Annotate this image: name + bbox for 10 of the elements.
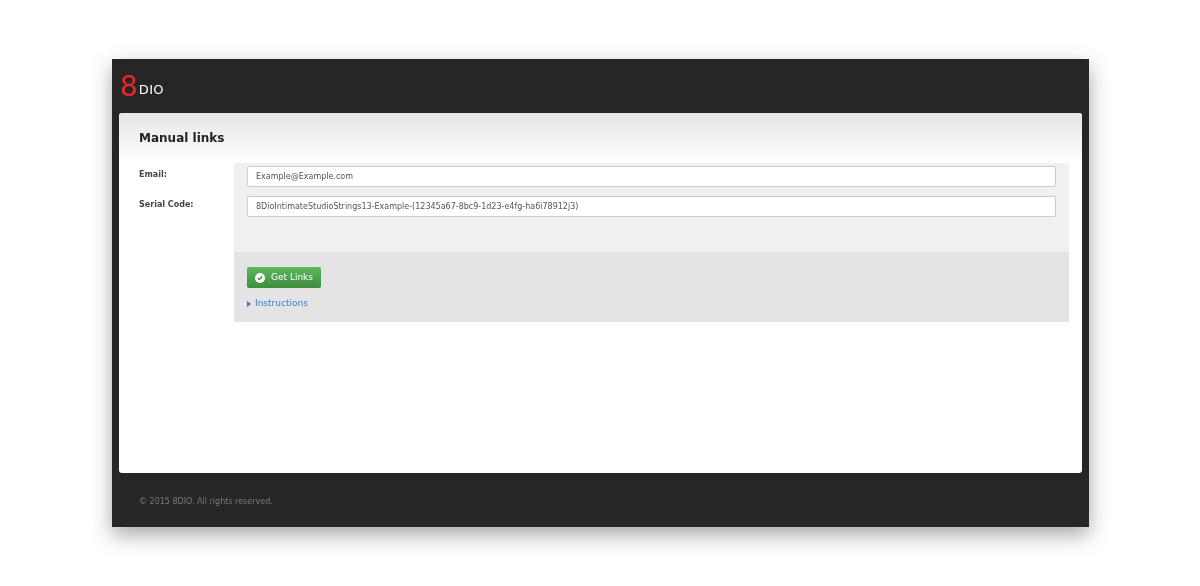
footer-copyright: © 2015 8DIO. All rights reserved. (139, 497, 273, 506)
field-label: Email: (139, 169, 168, 181)
logo-mark: 8 (120, 73, 138, 101)
check-circle-icon (255, 272, 265, 283)
field-label: Serial Code: (139, 199, 195, 211)
instructions-link[interactable]: Instructions (247, 297, 308, 311)
text-field[interactable]: Example@Example.com (247, 166, 1056, 187)
text-field[interactable]: 8DioIntimateStudioStrings13-Example-(12345a67-8bc9-1d23-e4fg-ha6i78912j3) (247, 196, 1056, 217)
panel-title: Manual links (139, 130, 225, 147)
logo-text: DIO (138, 83, 164, 97)
